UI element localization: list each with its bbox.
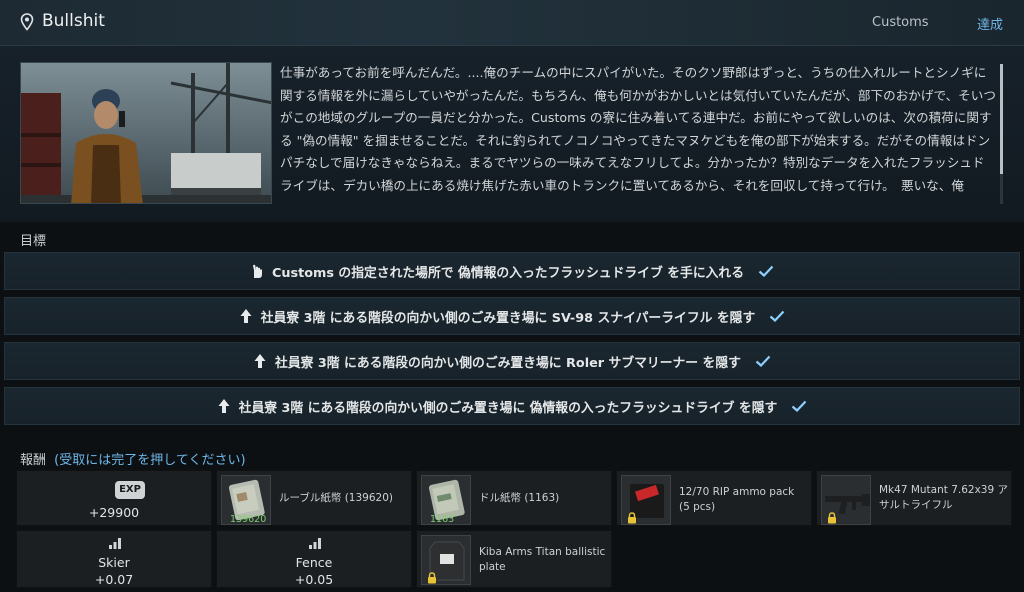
lock-icon [628, 512, 636, 524]
check-icon [755, 355, 771, 367]
rewards-heading: 報酬 (受取には完了を押してください) [20, 449, 246, 468]
standing-value: +0.07 [94, 572, 134, 587]
standing-bars-icon [109, 538, 121, 549]
standing-value: +0.05 [294, 572, 334, 587]
reward-standing: Skier +0.07 [16, 530, 212, 588]
quest-status-complete[interactable]: 達成 [977, 14, 1003, 33]
trader-name: Fence [295, 555, 333, 570]
exp-value: +29900 [88, 505, 140, 520]
quest-title: Bullshit [42, 11, 105, 31]
dollar-cash-icon: 1163 [421, 475, 471, 525]
reward-item[interactable]: 1163 ドル紙幣 (1163) [416, 470, 612, 526]
objective-text: 社員寮 3階 にある階段の向かい側のごみ置き場に SV-98 スナイパーライフル… [260, 310, 756, 326]
stash-arrow-icon [218, 399, 230, 413]
rifle-icon [821, 475, 871, 525]
ballistic-plate-icon [421, 535, 471, 585]
objective-text: Customs の指定された場所で 偽情報の入ったフラッシュドライブ を手に入れ… [271, 265, 745, 281]
objective-text: 社員寮 3階 にある階段の向かい側のごみ置き場に Roler サブマリーナー を… [275, 355, 741, 371]
item-name: 12/70 RIP ammo pack (5 pcs) [679, 486, 795, 513]
reward-exp: EXP +29900 [16, 470, 212, 526]
stash-arrow-icon [240, 309, 252, 323]
item-name: ドル紙幣 (1163) [479, 492, 560, 504]
trader-name: Skier [98, 555, 130, 570]
item-name: Mk47 Mutant 7.62x39 アサルトライフル [879, 484, 1009, 511]
quest-header: Bullshit Customs 達成 [0, 0, 1024, 46]
item-name: ルーブル紙幣 (139620) [279, 492, 393, 504]
item-quantity: 1163 [430, 514, 455, 525]
reward-item[interactable]: 12/70 RIP ammo pack (5 pcs) [616, 470, 812, 526]
description-scrollbar[interactable] [1000, 64, 1003, 204]
check-icon [770, 310, 785, 322]
objectives-label: 目標 [20, 234, 47, 249]
rewards-hint: (受取には完了を押してください) [54, 453, 246, 468]
lock-icon [428, 572, 436, 584]
reward-item[interactable]: Kiba Arms Titan ballistic plate [416, 530, 612, 588]
trader-portrait [20, 62, 272, 204]
check-icon [758, 265, 774, 277]
reward-item[interactable]: 139620 ルーブル紙幣 (139620) [216, 470, 412, 526]
item-quantity: 139620 [230, 514, 267, 525]
quest-location: Customs [872, 15, 929, 30]
stash-arrow-icon [254, 354, 266, 368]
objective-text: 社員寮 3階 にある階段の向かい側のごみ置き場に 偽情報の入ったフラッシュドライ… [238, 400, 778, 416]
reward-item[interactable]: Mk47 Mutant 7.62x39 アサルトライフル [816, 470, 1012, 526]
lock-icon [828, 512, 836, 524]
ammo-pack-icon [621, 475, 671, 525]
objective-row[interactable]: 社員寮 3階 にある階段の向かい側のごみ置き場に SV-98 スナイパーライフル… [4, 297, 1020, 335]
quest-description-text: 仕事があってお前を呼んだんだ。....俺のチームの中にスパイがいた。そのクソ野郎… [280, 65, 996, 193]
item-name: Kiba Arms Titan ballistic plate [479, 546, 606, 573]
objective-row[interactable]: 社員寮 3階 にある階段の向かい側のごみ置き場に Roler サブマリーナー を… [4, 342, 1020, 380]
objective-row[interactable]: Customs の指定された場所で 偽情報の入ったフラッシュドライブ を手に入れ… [4, 252, 1020, 290]
location-pin-icon [20, 13, 34, 31]
description-scroll-thumb[interactable] [1000, 64, 1003, 174]
rewards-label: 報酬 [20, 453, 47, 468]
quest-description-panel: 仕事があってお前を呼んだんだ。....俺のチームの中にスパイがいた。そのクソ野郎… [0, 46, 1024, 222]
hand-pickup-icon [252, 264, 262, 278]
standing-bars-icon [309, 538, 321, 549]
reward-standing: Fence +0.05 [216, 530, 412, 588]
objective-row[interactable]: 社員寮 3階 にある階段の向かい側のごみ置き場に 偽情報の入ったフラッシュドライ… [4, 387, 1020, 425]
check-icon [792, 400, 807, 412]
exp-icon: EXP [115, 481, 145, 499]
rouble-cash-icon: 139620 [221, 475, 271, 525]
